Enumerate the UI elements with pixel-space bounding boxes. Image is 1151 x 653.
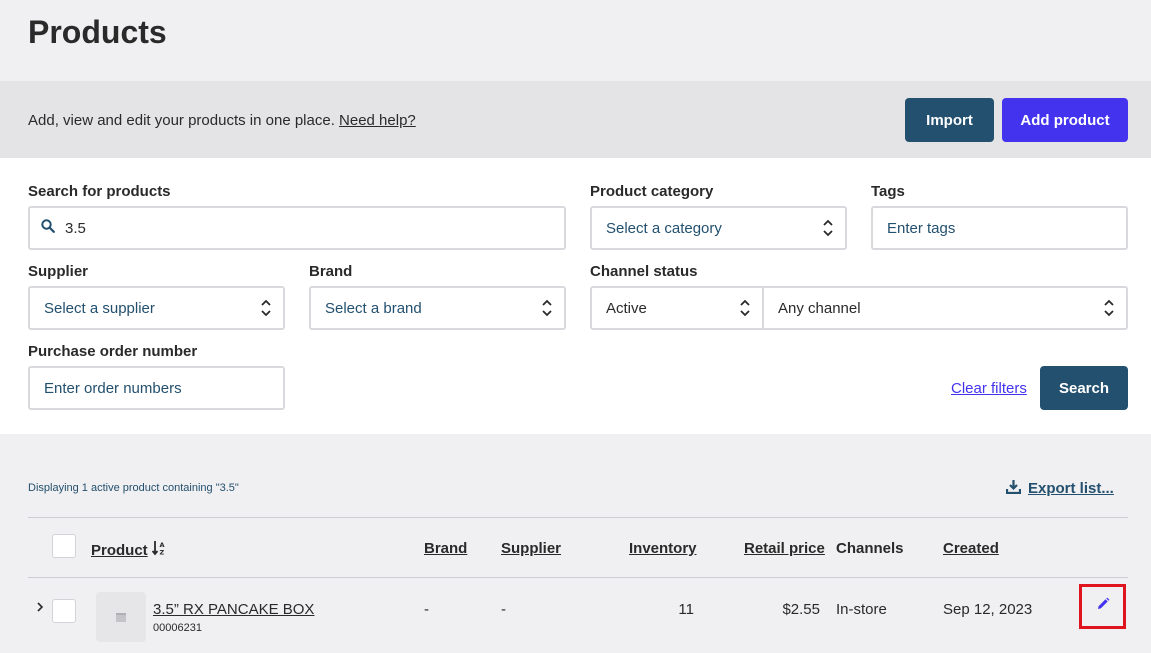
add-product-button[interactable]: Add product	[1002, 98, 1128, 142]
purchase-order-label: Purchase order number	[28, 343, 198, 360]
chevron-right-icon[interactable]	[36, 600, 44, 615]
column-header-brand[interactable]: Brand	[424, 540, 467, 557]
search-icon	[41, 219, 55, 237]
info-banner: Add, view and edit your products in one …	[0, 81, 1151, 158]
column-product-label: Product	[91, 541, 148, 559]
product-sku: 00006231	[153, 622, 202, 634]
tags-placeholder: Enter tags	[887, 219, 956, 237]
cell-inventory: 11	[678, 601, 694, 618]
image-placeholder-icon	[96, 592, 146, 642]
category-placeholder: Select a category	[606, 219, 722, 237]
download-icon	[1005, 479, 1022, 498]
channel-status-label: Channel status	[590, 263, 698, 280]
purchase-order-input[interactable]: Enter order numbers	[28, 366, 285, 410]
cell-supplier: -	[501, 601, 506, 618]
tags-label: Tags	[871, 183, 905, 200]
brand-select[interactable]: Select a brand	[309, 286, 566, 330]
sort-az-icon: AZ	[151, 540, 166, 560]
brand-label: Brand	[309, 263, 353, 280]
cell-created: Sep 12, 2023	[943, 601, 1033, 618]
supplier-select[interactable]: Select a supplier	[28, 286, 285, 330]
row-checkbox[interactable]	[52, 599, 76, 623]
search-label: Search for products	[28, 183, 171, 200]
spinner-icon	[542, 296, 552, 320]
column-header-retail-price[interactable]: Retail price	[744, 540, 825, 557]
brand-placeholder: Select a brand	[325, 299, 422, 317]
tags-input[interactable]: Enter tags	[871, 206, 1128, 250]
search-button[interactable]: Search	[1040, 366, 1128, 410]
category-label: Product category	[590, 183, 714, 200]
channel-value: Any channel	[778, 299, 861, 317]
results-panel: Displaying 1 active product containing "…	[0, 434, 1151, 653]
spinner-icon	[261, 296, 271, 320]
filters-panel: Search for products 3.5 Product category…	[0, 158, 1151, 434]
need-help-link[interactable]: Need help?	[339, 112, 416, 129]
channel-select[interactable]: Any channel	[762, 286, 1128, 330]
spinner-icon	[740, 296, 750, 320]
export-list-link[interactable]: Export list...	[1005, 479, 1114, 498]
category-select[interactable]: Select a category	[590, 206, 847, 250]
column-header-channels: Channels	[836, 540, 904, 557]
cell-brand: -	[424, 601, 429, 618]
clear-filters-link[interactable]: Clear filters	[951, 380, 1027, 397]
divider	[28, 577, 1128, 578]
spinner-icon	[1104, 296, 1114, 320]
page-header: Products	[0, 0, 1151, 81]
pencil-icon	[1096, 597, 1110, 616]
channel-status-select[interactable]: Active	[590, 286, 764, 330]
results-summary: Displaying 1 active product containing "…	[28, 482, 239, 494]
column-header-product[interactable]: Product AZ	[91, 540, 166, 560]
product-name-link[interactable]: 3.5” RX PANCAKE BOX	[153, 601, 314, 618]
banner-text: Add, view and edit your products in one …	[28, 112, 416, 129]
import-button[interactable]: Import	[905, 98, 994, 142]
supplier-label: Supplier	[28, 263, 89, 280]
purchase-order-placeholder: Enter order numbers	[44, 379, 182, 397]
channel-status-value: Active	[606, 299, 647, 317]
column-header-created[interactable]: Created	[943, 540, 999, 557]
banner-description: Add, view and edit your products in one …	[28, 112, 335, 129]
select-all-checkbox[interactable]	[52, 534, 76, 558]
search-value: 3.5	[65, 219, 86, 237]
column-header-supplier[interactable]: Supplier	[501, 540, 561, 557]
cell-retail-price: $2.55	[782, 601, 820, 618]
cell-channels: In-store	[836, 601, 887, 618]
edit-product-button[interactable]	[1079, 584, 1126, 629]
spinner-icon	[823, 216, 833, 240]
divider	[28, 517, 1128, 518]
supplier-placeholder: Select a supplier	[44, 299, 155, 317]
page-title: Products	[28, 14, 167, 50]
export-list-label: Export list...	[1028, 480, 1114, 497]
column-header-inventory[interactable]: Inventory	[629, 540, 697, 557]
svg-text:Z: Z	[159, 549, 164, 557]
search-input[interactable]: 3.5	[28, 206, 566, 250]
